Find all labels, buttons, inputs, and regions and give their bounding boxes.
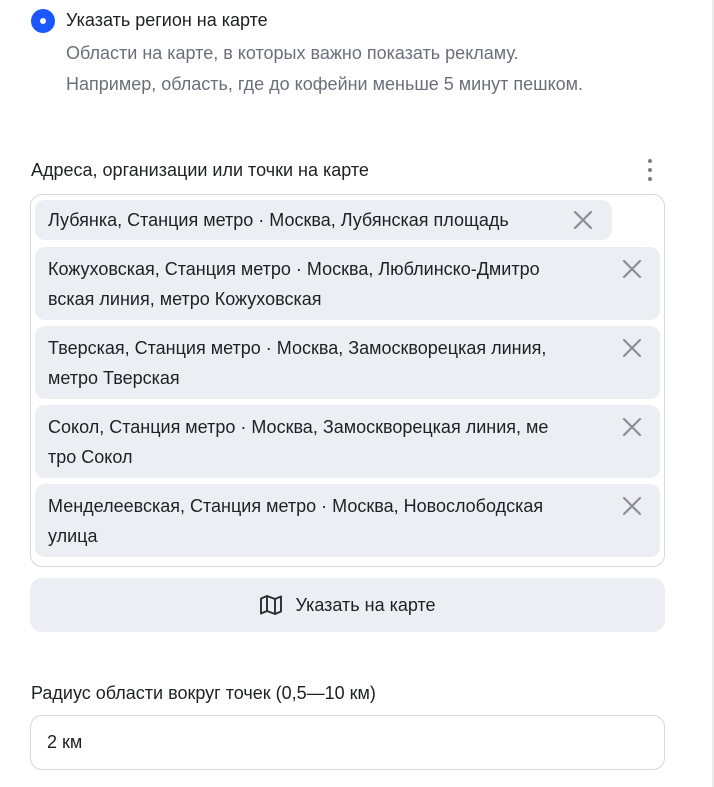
remove-point-button[interactable]: [571, 208, 595, 232]
point-label: метро Тверская: [48, 368, 180, 388]
close-icon: [622, 417, 642, 437]
remove-point-button[interactable]: [620, 336, 644, 360]
selected-points-list: Лубянка, Станция метро · Москва, Лубянск…: [30, 194, 665, 567]
radio-description: Области на карте, в которых важно показа…: [66, 38, 686, 100]
point-label: тро Сокол: [48, 447, 133, 467]
more-vertical-icon: [648, 159, 652, 163]
addresses-field-label: Адреса, организации или точки на карте: [31, 160, 369, 180]
close-icon: [573, 210, 593, 230]
point-chip: Кожуховская, Станция метро · Москва, Люб…: [35, 247, 660, 320]
map-icon: [260, 595, 283, 615]
radio-description-line: Области на карте, в которых важно показа…: [66, 43, 519, 63]
show-on-map-button[interactable]: Указать на карте: [30, 578, 665, 632]
radius-input[interactable]: 2 км: [30, 715, 665, 770]
remove-point-button[interactable]: [620, 257, 644, 281]
point-label: Лубянка, Станция метро · Москва, Лубянск…: [48, 210, 509, 230]
radio-button[interactable]: [31, 9, 55, 33]
remove-point-button[interactable]: [620, 415, 644, 439]
point-chip: Лубянка, Станция метро · Москва, Лубянск…: [35, 200, 612, 240]
point-label: Тверская, Станция метро · Москва, Замоск…: [48, 338, 547, 358]
point-chip: Сокол, Станция метро · Москва, Замосквор…: [35, 405, 660, 478]
remove-point-button[interactable]: [620, 494, 644, 518]
point-label: Сокол, Станция метро · Москва, Замосквор…: [48, 417, 549, 437]
point-label: Кожуховская, Станция метро · Москва, Люб…: [48, 259, 540, 279]
point-label: улица: [48, 526, 98, 546]
point-chip: Тверская, Станция метро · Москва, Замоск…: [35, 326, 660, 399]
more-options-button[interactable]: [637, 156, 663, 184]
point-label: Менделеевская, Станция метро · Москва, Н…: [48, 496, 544, 516]
radio-description-line: Например, область, где до кофейни меньше…: [66, 74, 584, 94]
point-chip: Менделеевская, Станция метро · Москва, Н…: [35, 484, 660, 557]
point-label: вская линия, метро Кожуховская: [48, 289, 322, 309]
show-on-map-label: Указать на карте: [295, 594, 436, 615]
radius-field-label: Радиус области вокруг точек (0,5—10 км): [31, 683, 376, 703]
close-icon: [622, 259, 642, 279]
close-icon: [622, 496, 642, 516]
close-icon: [622, 338, 642, 358]
radio-label: Указать регион на карте: [66, 10, 268, 30]
